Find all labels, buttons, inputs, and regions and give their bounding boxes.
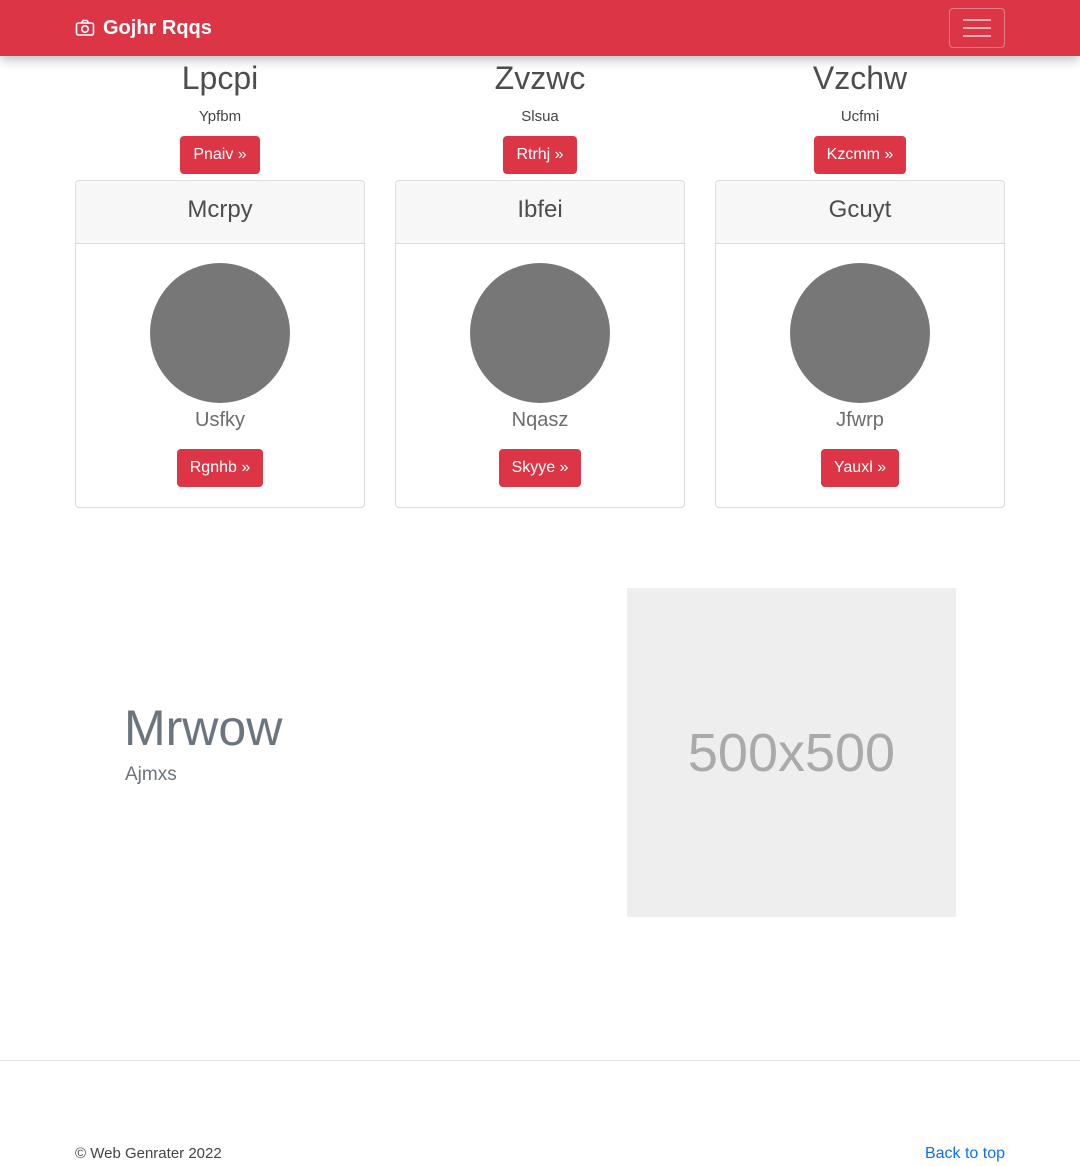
card-header: Mcrpy (76, 181, 364, 244)
card-body: Nqasz Skyye » (396, 244, 684, 487)
card-button-2[interactable]: Skyye » (498, 449, 582, 487)
navbar-toggler-button[interactable] (949, 8, 1005, 48)
navbar: Gojhr Rqqs (0, 0, 1080, 56)
avatar (790, 263, 930, 403)
feature-button-1[interactable]: Pnaiv » (180, 136, 260, 174)
card-header: Gcuyt (716, 181, 1004, 244)
card-button-1[interactable]: Rgnhb » (176, 449, 264, 487)
feature-title: Lpcpi (181, 60, 259, 96)
card-body: Usfky Rgnhb » (76, 244, 364, 487)
avatar (470, 263, 610, 403)
card-name: Jfwrp (836, 409, 884, 431)
back-to-top-link[interactable]: Back to top (925, 1144, 1005, 1164)
feature-column-1: Lpcpi Ypfbm Pnaiv » (75, 60, 365, 174)
hamburger-menu-icon (963, 19, 991, 37)
feature-button-3[interactable]: Kzcmm » (813, 136, 907, 174)
feature-text: Slsua (521, 108, 559, 125)
featurette-lead: Ajmxs (125, 764, 177, 785)
feature-text: Ypfbm (198, 108, 242, 125)
profile-card-1: Mcrpy Usfky Rgnhb » (75, 180, 365, 508)
feature-title: Vzchw (812, 60, 908, 96)
camera-icon (75, 19, 95, 36)
feature-title: Zvzwc (494, 60, 586, 96)
avatar (150, 263, 290, 403)
brand-text: Gojhr Rqqs (103, 16, 212, 39)
footer-divider (0, 1060, 1080, 1061)
feature-text: Ucfmi (840, 108, 880, 125)
card-name: Usfky (195, 409, 245, 431)
profile-card-2: Ibfei Nqasz Skyye » (395, 180, 685, 508)
profile-card-3: Gcuyt Jfwrp Yauxl » (715, 180, 1005, 508)
card-button-3[interactable]: Yauxl » (820, 449, 900, 487)
featurette-heading: Mrwow (124, 700, 283, 756)
card-name: Nqasz (511, 409, 569, 431)
feature-button-2[interactable]: Rtrhj » (503, 136, 577, 174)
placeholder-image: 500x500 (627, 588, 956, 917)
brand-link[interactable]: Gojhr Rqqs (75, 15, 212, 41)
feature-column-2: Zvzwc Slsua Rtrhj » (395, 60, 685, 174)
placeholder-image-label: 500x500 (687, 722, 896, 783)
feature-column-3: Vzchw Ucfmi Kzcmm » (715, 60, 1005, 174)
card-body: Jfwrp Yauxl » (716, 244, 1004, 487)
card-header: Ibfei (396, 181, 684, 244)
copyright-text: © Web Genrater 2022 (75, 1145, 222, 1162)
